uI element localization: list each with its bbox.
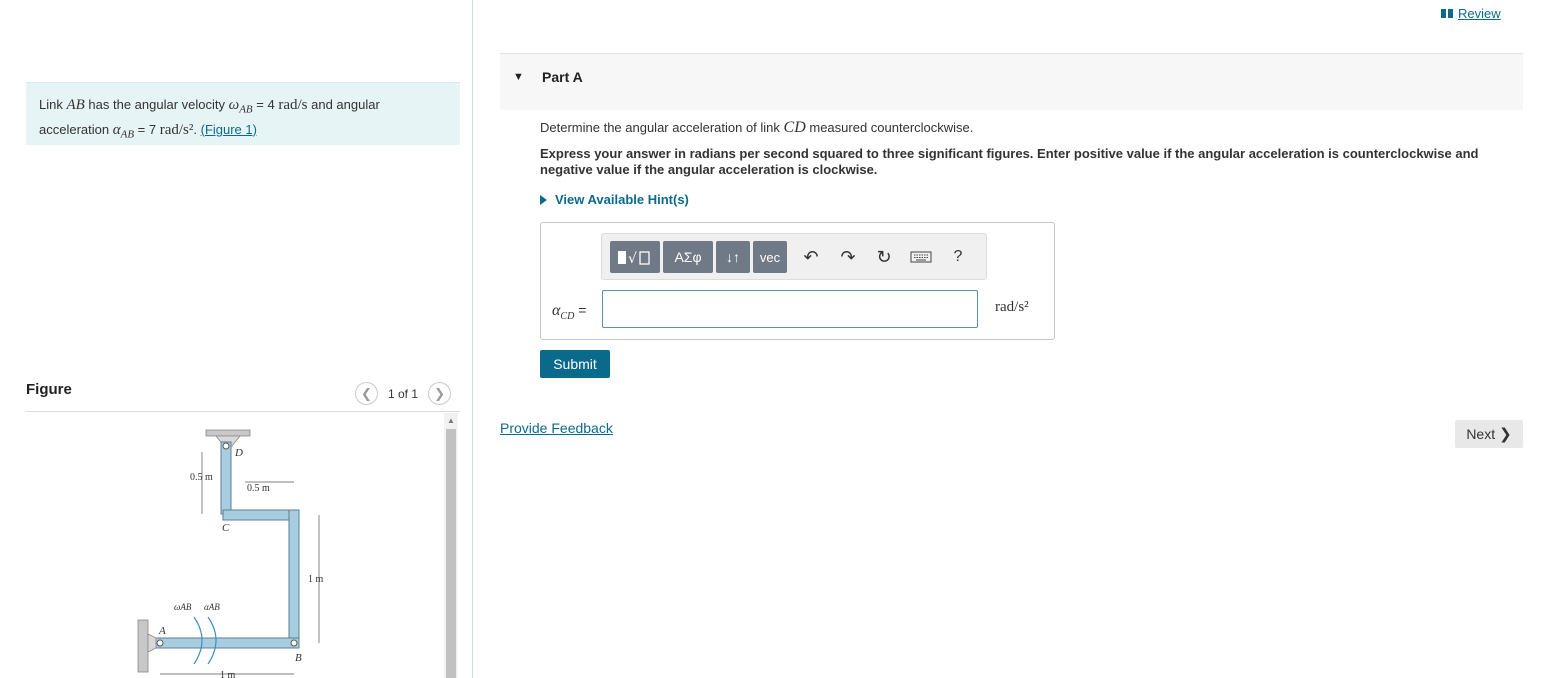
greek-symbols-button[interactable]: ΑΣφ: [663, 241, 713, 273]
alpha-value: = 7: [134, 121, 160, 137]
label-d: D: [234, 447, 243, 459]
keyboard-icon[interactable]: [907, 244, 935, 270]
answer-units: rad/s²: [995, 299, 1029, 315]
omega-value: = 4: [252, 97, 279, 112]
figure-count: 1 of 1: [388, 386, 419, 401]
label-alpha: αAB: [204, 602, 220, 612]
scroll-up-icon[interactable]: ▲: [444, 415, 458, 427]
figure-scrollbar[interactable]: ▲: [444, 413, 458, 678]
answer-instructions: Express your answer in radians per secon…: [540, 146, 1479, 177]
label-dim-bottom: 1 m: [220, 670, 236, 678]
label-b: B: [295, 652, 302, 664]
book-icon: [1441, 9, 1454, 18]
undo-icon[interactable]: ↶: [798, 244, 824, 270]
review-link[interactable]: Review: [1441, 6, 1501, 21]
question-text: Determine the angular acceleration of li…: [540, 119, 974, 136]
math-toolbar: √ ΑΣφ ↓↑ vec ↶ ↷ ↻ ?: [601, 233, 987, 280]
link-cd: [220, 441, 232, 515]
problem-panel: Link AB has the angular velocity ωAB = 4…: [0, 0, 473, 678]
part-title: Part A: [542, 69, 583, 85]
caret-right-icon: [540, 194, 547, 205]
answer-input[interactable]: [602, 290, 978, 328]
panel-divider: [472, 0, 473, 678]
figure-title: Figure: [26, 381, 72, 398]
problem-statement: Link AB has the angular velocity ωAB = 4…: [26, 82, 460, 145]
chevron-left-icon[interactable]: ❮: [355, 382, 378, 405]
figure-pager: ❮ 1 of 1 ❯: [355, 382, 452, 405]
wall-support-a: [137, 619, 149, 673]
help-button[interactable]: ?: [945, 244, 971, 270]
submit-button[interactable]: Submit: [540, 350, 610, 378]
answer-container: √ ΑΣφ ↓↑ vec ↶ ↷ ↻ ? αCD = rad/s²: [540, 222, 1055, 340]
alpha-unit: rad/s²: [159, 121, 194, 138]
label-dim-vert: 1 m: [308, 574, 324, 585]
hints-label: View Available Hint(s): [555, 192, 689, 207]
answer-variable-label: αCD =: [552, 302, 587, 322]
provide-feedback-link[interactable]: Provide Feedback: [500, 420, 613, 436]
linkage-diagram: D C A B 0.5 m 0.5 m 1 m 1 m ωAB αAB: [137, 429, 324, 678]
svg-text:√: √: [628, 251, 637, 267]
alpha-symbol: α: [112, 121, 121, 138]
vector-button[interactable]: vec: [753, 241, 787, 273]
problem-text: has the angular velocity: [84, 97, 229, 112]
figure-1-link[interactable]: (Figure 1): [201, 122, 257, 137]
next-label: Next: [1466, 426, 1496, 442]
pin-bracket-a: [147, 633, 157, 653]
pin-a: [156, 639, 164, 647]
chevron-right-icon: ❯: [1499, 426, 1512, 443]
label-dim-top: 0.5 m: [247, 483, 270, 494]
figure-viewport: D C A B 0.5 m 0.5 m 1 m 1 m ωAB αAB: [26, 412, 444, 678]
label-dim-cd: 0.5 m: [190, 472, 213, 483]
part-a-header[interactable]: ▼ Part A: [500, 54, 1523, 110]
next-button[interactable]: Next ❯: [1455, 420, 1523, 448]
label-c: C: [222, 522, 230, 534]
link-ab-symbol: AB: [66, 97, 85, 113]
reset-icon[interactable]: ↻: [871, 244, 897, 270]
link-ab: [153, 637, 300, 649]
templates-icon[interactable]: √: [610, 241, 660, 273]
chevron-right-icon[interactable]: ❯: [428, 382, 452, 405]
pin-d: [222, 442, 230, 450]
alpha-subscript: AB: [120, 128, 135, 141]
scrollbar-thumb[interactable]: [446, 429, 456, 678]
ceiling-support: [205, 429, 251, 437]
pin-b: [290, 639, 298, 647]
subscript-superscript-button[interactable]: ↓↑: [716, 241, 750, 273]
label-omega: ωAB: [174, 602, 192, 612]
omega-unit: rad/s: [278, 97, 308, 113]
review-label: Review: [1458, 6, 1501, 21]
link-cb-top: [222, 509, 298, 521]
link-cb-vertical: [288, 509, 300, 647]
redo-icon[interactable]: ↷: [835, 244, 861, 270]
link-cd-symbol: CD: [783, 119, 806, 136]
label-a: A: [158, 625, 166, 637]
caret-down-icon[interactable]: ▼: [513, 71, 524, 83]
view-hints-toggle[interactable]: View Available Hint(s): [540, 192, 689, 207]
omega-subscript: AB: [239, 103, 253, 116]
problem-text: Link: [39, 97, 67, 112]
omega-symbol: ω: [228, 97, 240, 113]
